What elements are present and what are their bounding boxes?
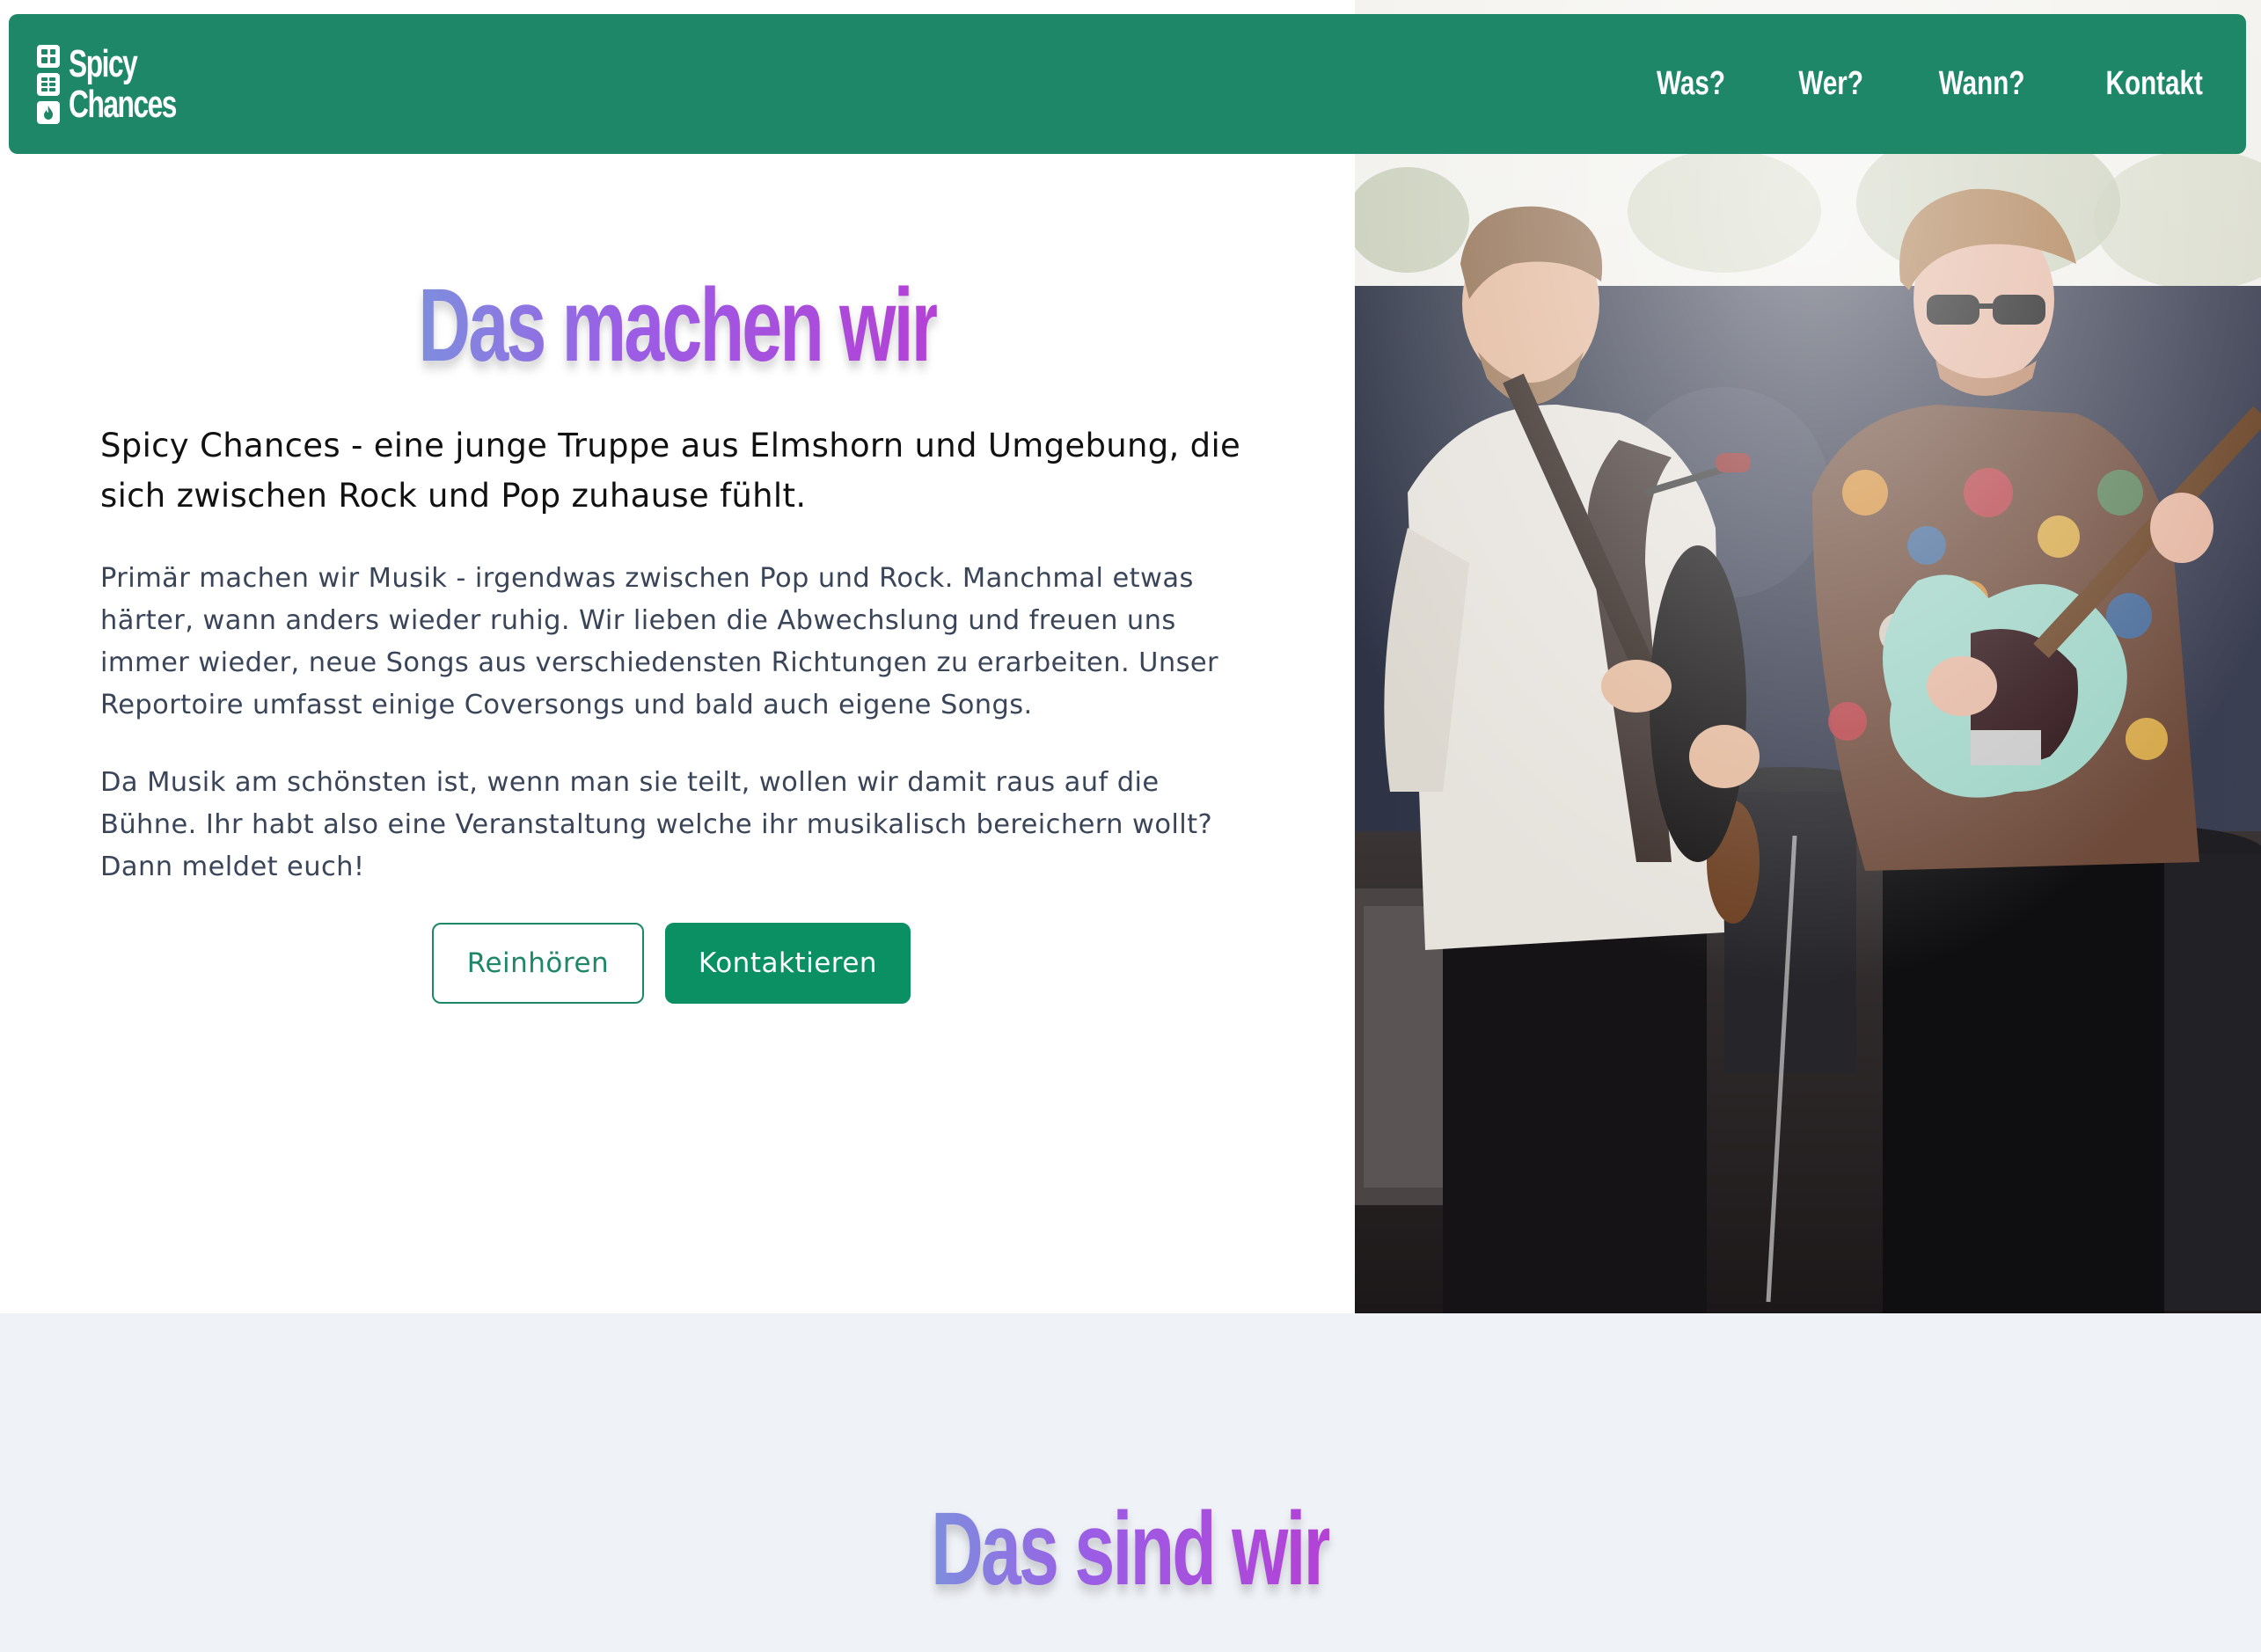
flame-icon [37,100,60,124]
nav-wann[interactable]: Wann? [1939,65,2025,103]
band-section: Das sind wir [0,1313,2261,1652]
listen-button[interactable]: Reinhören [432,923,644,1004]
hero-text-section: Das machen wir Spicy Chances - eine jung… [0,154,1355,1313]
site-header: Spicy Chances Was? Wer? Wann? Kontakt [9,14,2246,154]
dice-four-icon [37,44,60,68]
logo-line-1: Spicy [69,41,138,85]
section2-title-wrap: Das sind wir [0,1489,2261,1609]
contact-button[interactable]: Kontaktieren [665,923,911,1004]
hero-title-wrap: Das machen wir [0,266,1355,385]
logo-line-2: Chances [69,82,177,126]
hero-paragraph-1: Primär machen wir Musik - irgendwas zwis… [100,563,1218,720]
hero-paragraph-2: Da Musik am schönsten ist, wenn man sie … [100,767,1213,882]
nav-was[interactable]: Was? [1657,65,1725,103]
band-photo: chon [1355,0,2261,1313]
main-nav: Was? Wer? Wann? Kontakt [1647,65,2216,103]
section2-title: Das sind wir [931,1491,1333,1607]
hero-title: Das machen wir [418,267,940,384]
logo-mark [37,44,60,124]
dice-six-icon [37,72,60,96]
logo-link[interactable]: Spicy Chances [37,41,217,126]
logo-wordmark: Spicy Chances [69,41,177,126]
nav-wer[interactable]: Wer? [1798,65,1863,103]
nav-kontakt[interactable]: Kontakt [2105,65,2202,103]
page: Spicy Chances Was? Wer? Wann? Kontakt Da… [0,0,2261,1652]
hero-lead: Spicy Chances - eine junge Truppe aus El… [100,427,1241,515]
